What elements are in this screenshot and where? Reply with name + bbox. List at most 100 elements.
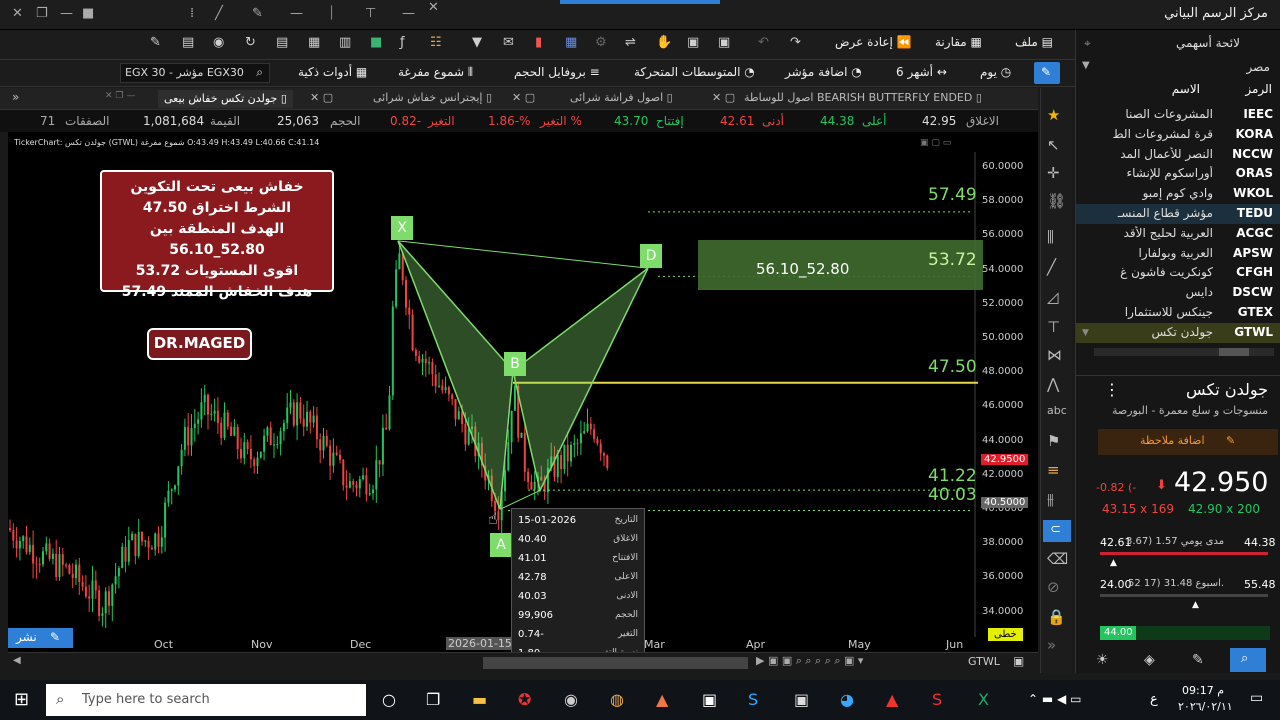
star-icon[interactable]: ★: [1047, 106, 1060, 124]
zigzag-icon[interactable]: ⋀: [1047, 375, 1059, 393]
publish-button[interactable]: نشر ✎: [8, 628, 73, 648]
pencil-icon[interactable]: ✎: [1192, 652, 1204, 668]
watchlist-row[interactable]: ACGC العربية لحليج الأقد: [1076, 224, 1280, 244]
watchlist-row[interactable]: TEDU مؤشر قطاع المنسـ: [1076, 204, 1280, 224]
index-search-box[interactable]: EGX 30 - مؤشر EGX30 ⌕: [120, 63, 270, 83]
tray-icons[interactable]: ⌃ ▬ ◀ ▭: [1028, 692, 1081, 706]
pin-icon[interactable]: ⌖: [1084, 36, 1091, 51]
app-icon[interactable]: S: [932, 690, 942, 709]
lock-icon[interactable]: 🔒: [1047, 608, 1066, 626]
collapse-icon[interactable]: »: [1047, 636, 1056, 654]
tab-osool[interactable]: اصول فراشة شرائى ▯: [570, 91, 673, 104]
tab-controls-icon[interactable]: ✕ ❐ —: [105, 91, 135, 101]
tab-osool-butterfly[interactable]: اصول للوساطة BEARISH BUTTERFLY ENDED ▯: [744, 91, 982, 104]
list-icon[interactable]: ▤: [276, 35, 288, 50]
add-indicator-button[interactable]: اضافة مؤشر ◔: [785, 65, 862, 79]
more-icon[interactable]: ⋮: [1104, 380, 1120, 399]
ruler-icon[interactable]: ⫼: [1047, 228, 1054, 246]
interval-button[interactable]: يوم ◷: [980, 65, 1011, 79]
watchlist-row[interactable]: GTEX جينكس للاستثمارا: [1076, 303, 1280, 323]
text-tool-icon[interactable]: abc: [1047, 404, 1067, 417]
watchlist-row[interactable]: CFGH كونكريت فاشون غ: [1076, 263, 1280, 283]
watchlist-row[interactable]: DSCW دايس: [1076, 283, 1280, 303]
input-language[interactable]: ع: [1150, 692, 1158, 707]
cursor-icon[interactable]: ↖: [1047, 136, 1060, 154]
smart-tools-button[interactable]: أدوات ذكية ▦: [298, 65, 367, 79]
task-view-icon[interactable]: ❐: [426, 690, 440, 709]
moving-averages-button[interactable]: المتوسطات المتحركة ◔: [634, 65, 755, 79]
add-note-button[interactable]: اضافة ملاحظة ✎: [1098, 429, 1278, 455]
chain-icon[interactable]: ⛓: [1047, 192, 1066, 210]
file-explorer-icon[interactable]: ▬: [472, 690, 487, 709]
chrome-icon[interactable]: ◍: [610, 690, 624, 709]
levels-icon[interactable]: ≡: [1047, 461, 1060, 479]
hide-icon[interactable]: ⊘: [1047, 578, 1060, 596]
clock-date[interactable]: ٢٠٢٦/٠٢/١١: [1178, 700, 1233, 713]
bulb-icon[interactable]: ☀: [1096, 652, 1109, 668]
color-icon[interactable]: ■: [370, 35, 382, 50]
brush-icon[interactable]: ✎: [252, 6, 263, 21]
watchlist-row[interactable]: ORAS أوراسكوم للإنشاء: [1076, 164, 1280, 184]
eraser-icon[interactable]: ⌫: [1047, 550, 1068, 568]
drag-handle[interactable]: [560, 0, 720, 4]
tabs-overflow-icon[interactable]: »: [12, 90, 19, 104]
zoom-button[interactable]: ⌕: [1230, 648, 1266, 672]
app-icon[interactable]: ▣: [702, 690, 717, 709]
magnet-button[interactable]: ⊂: [1043, 520, 1071, 542]
replay-button[interactable]: إعادة عرض ⏪: [835, 35, 912, 49]
fib-icon[interactable]: ⊤: [365, 6, 376, 21]
link-icon[interactable]: ⇌: [625, 35, 636, 50]
alert-icon[interactable]: ▮: [535, 35, 542, 50]
template-icon[interactable]: ▤: [182, 35, 194, 50]
close-icon[interactable]: ✕: [12, 6, 23, 21]
watchlist-row[interactable]: IEEC المشروعات الصنا: [1076, 105, 1280, 125]
tab-close-icon[interactable]: ✕ ▢: [310, 91, 333, 104]
draw-mode-button[interactable]: ✎: [1034, 62, 1060, 84]
flag-icon[interactable]: ⚑: [1047, 432, 1060, 450]
tab-golden-tex[interactable]: جولدن تكس خفاش بيعى ▯: [158, 90, 293, 108]
file-menu[interactable]: ملف ▤: [1015, 35, 1053, 49]
taskbar-search[interactable]: ⌕ Type here to search: [46, 684, 366, 716]
scroll-thumb[interactable]: [483, 657, 748, 669]
settings-icon[interactable]: ⚙: [595, 35, 607, 50]
measure-icon[interactable]: ⫵: [1047, 490, 1054, 508]
scanner-icon[interactable]: ☷: [430, 35, 442, 50]
windows-start-icon[interactable]: ⊞: [14, 689, 29, 710]
export-icon[interactable]: ▣: [718, 35, 730, 50]
minimize-icon[interactable]: —: [60, 6, 73, 21]
pen-icon[interactable]: ╱: [215, 6, 223, 21]
signal-icon[interactable]: ▦: [565, 35, 577, 50]
scroll-thumb[interactable]: [1219, 348, 1249, 356]
table-icon[interactable]: ▦: [308, 35, 320, 50]
watchlist-row[interactable]: GTWL جولدن تكس: [1076, 322, 1280, 343]
compare-button[interactable]: مقارنة ▦: [935, 35, 982, 49]
horizontal-scrollbar[interactable]: [1094, 348, 1274, 356]
refresh-icon[interactable]: ↻: [245, 35, 256, 50]
hollow-candles-button[interactable]: شموع مفرغة ⫴: [398, 65, 473, 80]
clock-time[interactable]: 09:17 م: [1182, 684, 1224, 697]
cortana-icon[interactable]: ○: [382, 690, 396, 709]
notifications-icon[interactable]: ▭: [1250, 690, 1263, 706]
hline-icon[interactable]: —: [290, 6, 303, 21]
app-icon[interactable]: ✪: [518, 690, 531, 709]
volume-profile-button[interactable]: بروفايل الحجم ≡: [514, 65, 600, 79]
watchlist-row[interactable]: WKOL وادي كوم إمبو: [1076, 184, 1280, 204]
ray-icon[interactable]: —: [402, 6, 415, 21]
pattern-tool-icon[interactable]: ⋈: [1047, 346, 1062, 364]
filter-icon[interactable]: ▼: [472, 35, 482, 50]
app-icon[interactable]: S: [748, 690, 758, 709]
hand-icon[interactable]: ✋: [656, 35, 672, 50]
watchlist-row[interactable]: NCCW النصر للأعمال المد: [1076, 145, 1280, 165]
app-icon[interactable]: ◉: [564, 690, 578, 709]
tab-egytrans[interactable]: إيجترانس خفاش شرائى ▯: [373, 91, 492, 104]
grid-icon[interactable]: ⁞: [190, 6, 194, 21]
trendline-icon[interactable]: ╱: [1047, 258, 1056, 276]
fib-tool-icon[interactable]: ⊤: [1047, 318, 1060, 336]
scroll-left-icon[interactable]: ◀: [13, 655, 21, 666]
edit-icon[interactable]: ✎: [150, 35, 161, 50]
close-draw-icon[interactable]: ✕: [428, 0, 439, 15]
tickerchart-icon[interactable]: ▣: [794, 690, 809, 709]
market-select[interactable]: مصر: [1247, 60, 1270, 74]
chart-scrollbar[interactable]: ◀ ▶ ▣ ▣ ⌕ ⌕ ⌕ ⌕ ⌕ ▣ ▾ GTWL ▣: [8, 652, 1038, 672]
tab-close-icon[interactable]: ✕ ▢: [712, 91, 735, 104]
